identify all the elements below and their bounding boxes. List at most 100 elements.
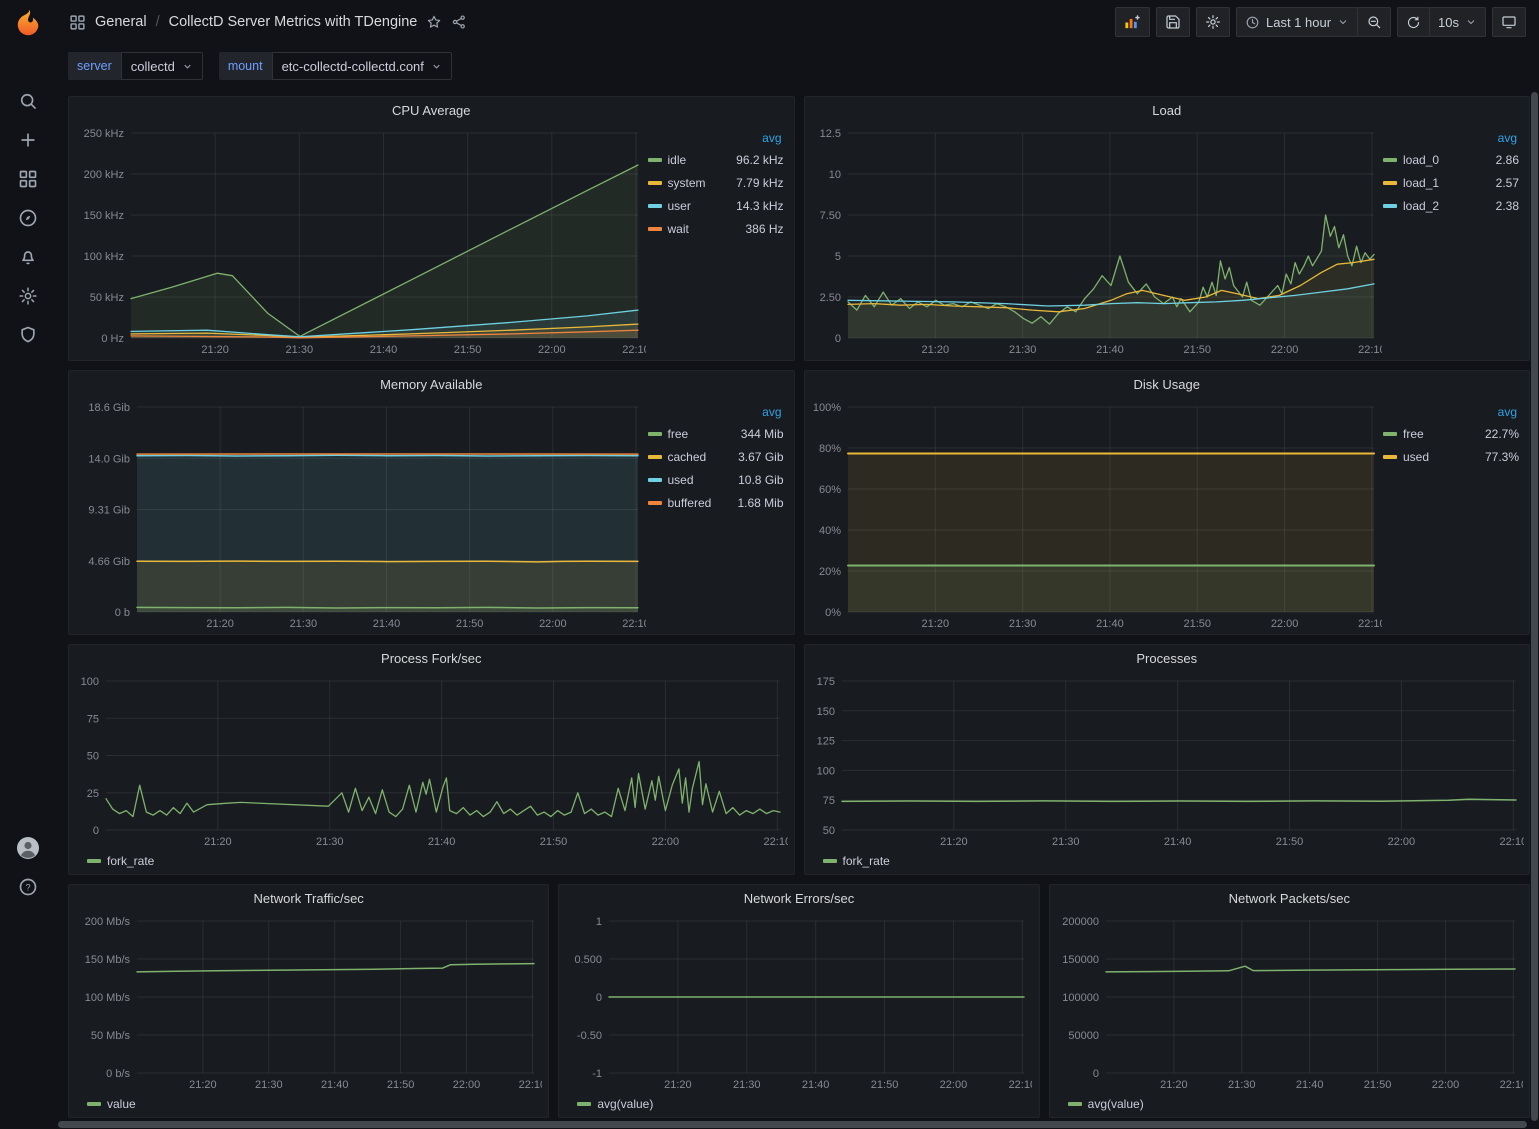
refresh-button[interactable] [1397,7,1430,37]
help-icon[interactable]: ? [8,867,48,906]
chart-network-errors-sec[interactable]: 21:2021:3021:4021:5022:0022:10-1-0.5000.… [565,911,1032,1093]
svg-text:150 Mb/s: 150 Mb/s [85,954,131,966]
svg-text:0 b: 0 b [115,607,130,619]
vertical-scrollbar[interactable] [1531,92,1538,1121]
create-plus-icon[interactable] [8,120,48,159]
nav-actions: Last 1 hour 10s [1115,7,1526,37]
time-range-picker[interactable]: Last 1 hour [1236,7,1358,37]
legend-series-name: free [668,427,735,441]
panel-processes: Processes21:2021:3021:4021:5022:0022:105… [804,644,1531,875]
chart-network-packets-sec[interactable]: 21:2021:3021:4021:5022:0022:100500001000… [1056,911,1523,1093]
chevron-down-icon [1337,16,1349,28]
cycle-view-mode-button[interactable] [1492,7,1526,37]
legend-item-avg-value[interactable]: avg(value) [1068,1093,1144,1115]
horizontal-scrollbar[interactable] [58,1121,1527,1128]
dashboards-icon[interactable] [8,159,48,198]
search-icon[interactable] [8,81,48,120]
legend-item-used[interactable]: used77.3% [1383,445,1519,468]
panel-title-load[interactable]: Load [805,97,1530,123]
legend-item-idle[interactable]: idle96.2 kHz [648,148,784,171]
legend-series-name: fork_rate [843,854,890,868]
svg-text:40%: 40% [818,525,840,537]
svg-text:21:30: 21:30 [1052,836,1080,848]
legend-item-free[interactable]: free 22.7% [1383,422,1519,445]
chart-disk-usage[interactable]: 21:2021:3021:4021:5022:0022:100%20%40%60… [811,397,1382,632]
legend-item-fork-rate[interactable]: fork_rate [823,850,890,872]
svg-text:100 Mb/s: 100 Mb/s [85,992,131,1004]
svg-text:75: 75 [822,795,834,807]
legend-series-name: system [668,176,731,190]
legend-item-value[interactable]: value [87,1093,136,1115]
save-dashboard-button[interactable] [1156,7,1190,37]
share-icon[interactable] [451,14,467,30]
legend-avg-header[interactable]: avg [648,403,784,422]
panel-title-network-traffic-sec[interactable]: Network Traffic/sec [69,885,548,911]
svg-text:200000: 200000 [1062,916,1099,928]
star-icon[interactable] [426,14,442,30]
legend-avg-header[interactable]: avg [1383,403,1519,422]
legend-item-system[interactable]: system7.79 kHz [648,171,784,194]
zoom-out-button[interactable] [1357,7,1391,37]
chart-cpu-average[interactable]: 21:2021:3021:4021:5022:0022:100 Hz50 kHz… [75,123,646,358]
legend-item-load-0[interactable]: load_02.86 [1383,148,1519,171]
panel-title-network-packets-sec[interactable]: Network Packets/sec [1050,885,1529,911]
panel-load: Load21:2021:3021:4021:5022:0022:1002.505… [804,96,1531,361]
svg-text:21:20: 21:20 [940,836,968,848]
legend-item-buffered[interactable]: buffered1.68 Mib [648,491,784,514]
chart-processes[interactable]: 21:2021:3021:4021:5022:0022:105075100125… [811,671,1524,850]
panel-title-processes[interactable]: Processes [805,645,1530,671]
refresh-interval-dropdown[interactable]: 10s [1429,7,1486,37]
variable-value-mount[interactable]: etc-collectd-collectd.conf [272,52,452,80]
user-avatar[interactable] [8,828,48,867]
svg-text:21:20: 21:20 [921,344,949,356]
panel-title-network-errors-sec[interactable]: Network Errors/sec [559,885,1038,911]
panel-title-disk-usage[interactable]: Disk Usage [805,371,1530,397]
alerting-bell-icon[interactable] [8,237,48,276]
legend-swatch [648,181,662,185]
panel-body: 21:2021:3021:4021:5022:0022:100 Hz50 kHz… [69,123,794,360]
chart-process-fork-sec[interactable]: 21:2021:3021:4021:5022:0022:100255075100 [75,671,788,850]
grafana-logo[interactable] [11,7,45,41]
svg-text:18.6 Gib: 18.6 Gib [88,402,130,414]
dashboard-settings-button[interactable] [1196,7,1230,37]
chart-memory-available[interactable]: 21:2021:3021:4021:5022:0022:100 b4.66 Gi… [75,397,646,632]
legend-swatch [648,455,662,459]
legend-item-load-2[interactable]: load_22.38 [1383,194,1519,217]
legend-avg-header[interactable]: avg [648,129,784,148]
svg-text:0 b/s: 0 b/s [106,1068,130,1080]
chart-load[interactable]: 21:2021:3021:4021:5022:0022:1002.5057.50… [811,123,1382,358]
legend-item-avg-value[interactable]: avg(value) [577,1093,653,1115]
svg-text:50 Mb/s: 50 Mb/s [91,1030,131,1042]
variable-value-server[interactable]: collectd [121,52,203,80]
explore-compass-icon[interactable] [8,198,48,237]
breadcrumb-folder[interactable]: General [95,14,147,30]
legend-disk-usage: avg free 22.7% used77.3% [1381,397,1523,632]
panel-row-1: CPU Average21:2021:3021:4021:5022:0022:1… [68,96,1530,361]
legend-item-load-1[interactable]: load_12.57 [1383,171,1519,194]
svg-text:22:00: 22:00 [538,344,566,356]
panel-title-cpu-average[interactable]: CPU Average [69,97,794,123]
svg-text:60%: 60% [818,484,840,496]
legend-item-fork-rate[interactable]: fork_rate [87,850,154,872]
svg-text:21:50: 21:50 [1275,836,1303,848]
server-admin-shield-icon[interactable] [8,315,48,354]
legend-item-cached[interactable]: cached3.67 Gib [648,445,784,468]
panel-title-process-fork-sec[interactable]: Process Fork/sec [69,645,794,671]
configuration-gear-icon[interactable] [8,276,48,315]
chart-network-traffic-sec[interactable]: 21:2021:3021:4021:5022:0022:100 b/s50 Mb… [75,911,542,1093]
svg-text:21:40: 21:40 [1163,836,1191,848]
svg-text:80%: 80% [818,443,840,455]
svg-text:175: 175 [816,676,834,688]
legend-item-wait[interactable]: wait386 Hz [648,217,784,240]
legend-series-avg-value: 22.7% [1485,427,1519,441]
panel-title-memory-available[interactable]: Memory Available [69,371,794,397]
legend-item-free[interactable]: free344 Mib [648,422,784,445]
dashboards-grid-icon[interactable] [69,14,86,31]
svg-text:22:00: 22:00 [1387,836,1415,848]
svg-text:200 Mb/s: 200 Mb/s [85,916,131,928]
legend-series-name: free [1403,427,1479,441]
add-panel-button[interactable] [1115,7,1150,37]
legend-item-used[interactable]: used10.8 Gib [648,468,784,491]
legend-item-user[interactable]: user14.3 kHz [648,194,784,217]
legend-avg-header[interactable]: avg [1383,129,1519,148]
